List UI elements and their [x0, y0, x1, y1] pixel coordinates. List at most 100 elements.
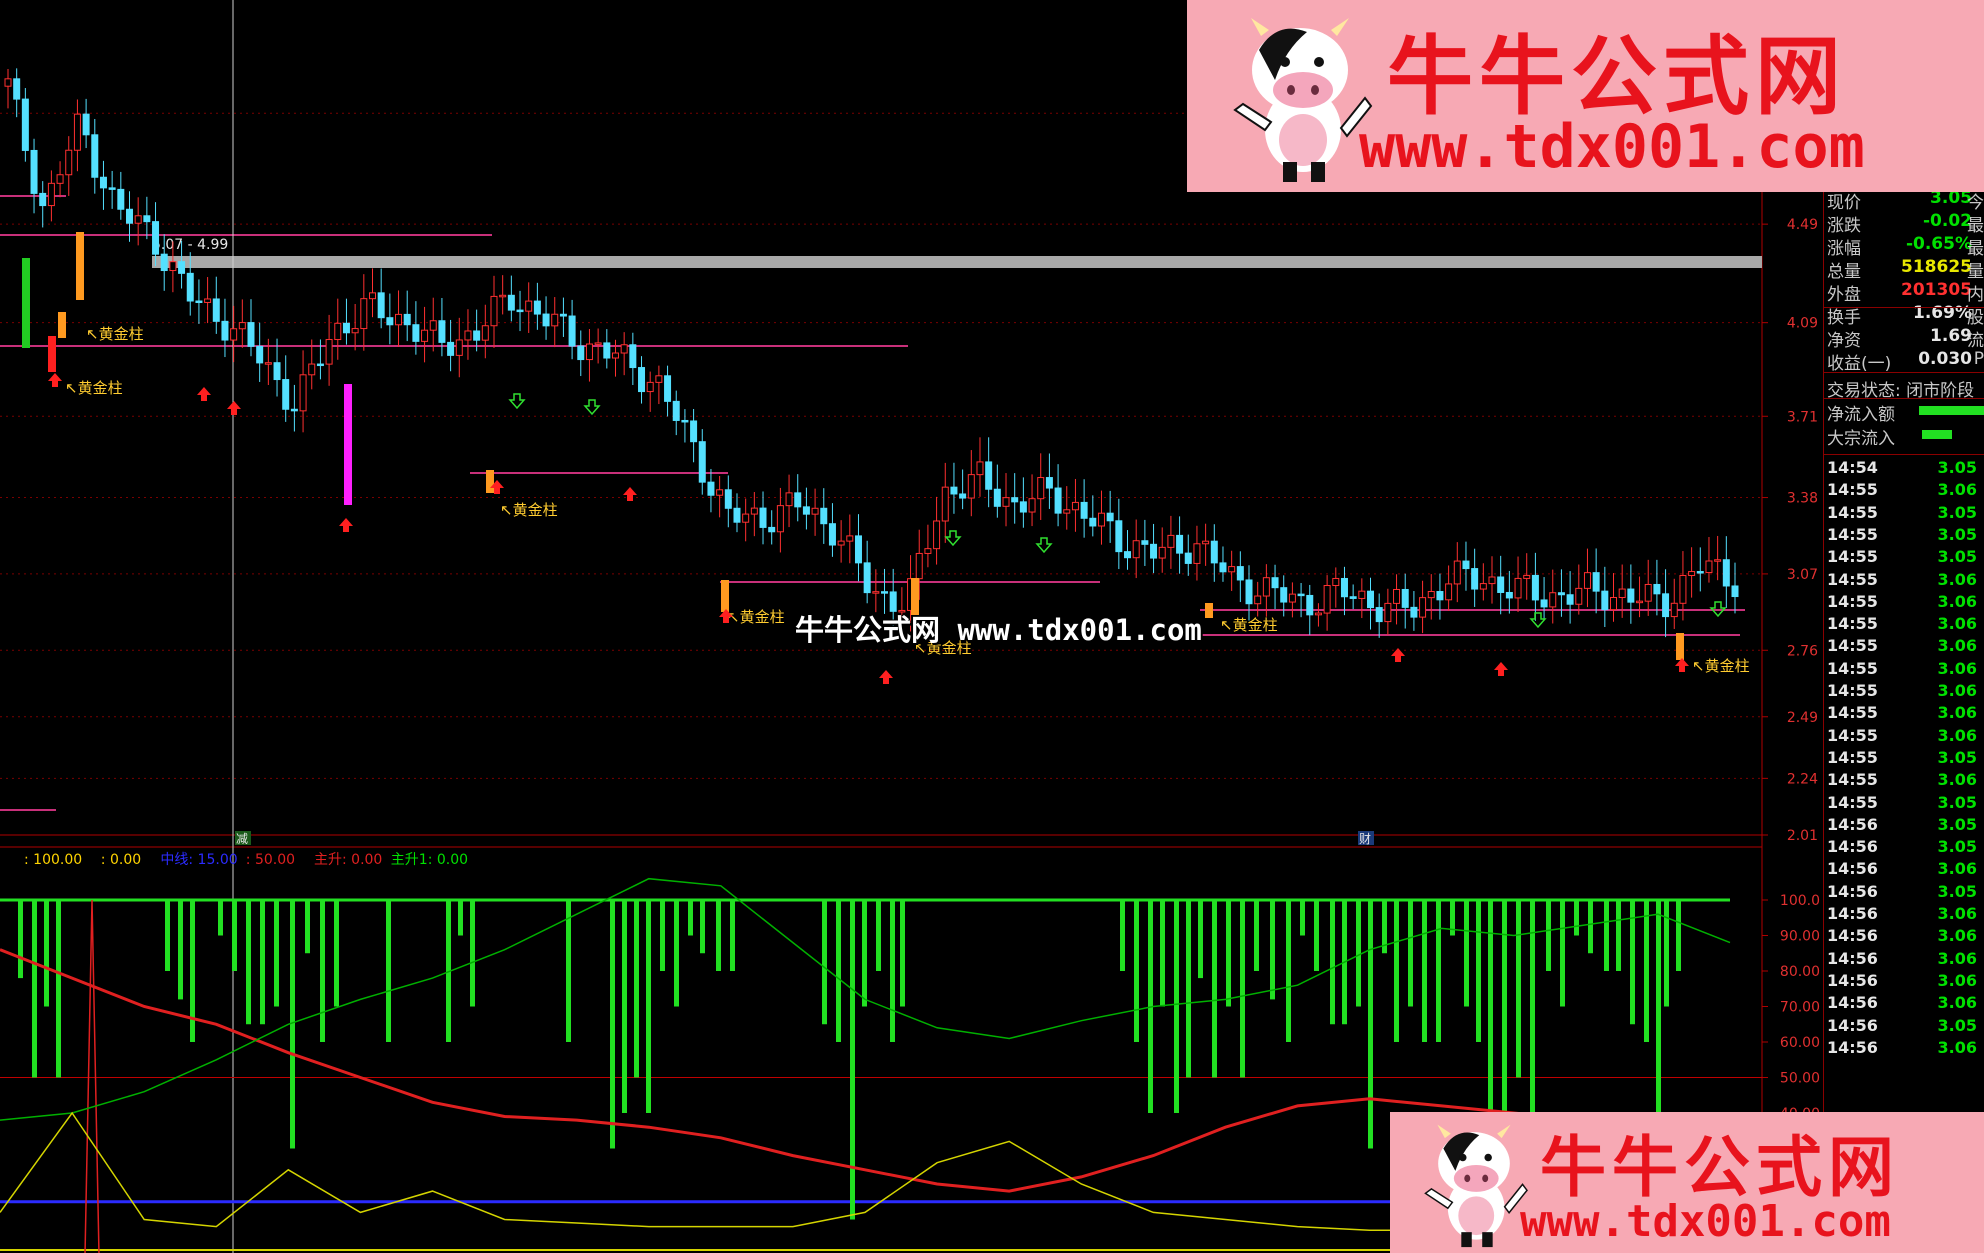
gold-bar-label: ↖黄金柱: [727, 608, 785, 626]
tick-time: 14:56: [1827, 970, 1878, 990]
candle-body: [368, 292, 376, 300]
tick-time: 14:55: [1827, 636, 1878, 656]
candle-body: [577, 345, 585, 361]
indicator-axis-label: 100.0: [1780, 893, 1820, 909]
candle-body: [1297, 593, 1305, 597]
candle-body: [1228, 566, 1236, 573]
histogram-bar: [334, 900, 339, 1007]
tick-row: 14:56 3.05: [1827, 1016, 1977, 1038]
candle-body: [4, 78, 12, 87]
candle-body: [204, 298, 212, 303]
candle-body: [1002, 497, 1010, 507]
tick-price: 3.06: [1937, 859, 1977, 879]
candle-body: [1610, 596, 1618, 611]
histogram-bar: [862, 900, 867, 1007]
tick-time: 14:55: [1827, 725, 1878, 745]
candle-body: [1566, 594, 1574, 605]
histogram-bar: [1356, 900, 1361, 1007]
indicator-axis-label: 80.00: [1780, 964, 1820, 980]
candle-body: [1453, 560, 1461, 585]
candle-body: [1332, 577, 1340, 587]
histogram-bar: [1464, 900, 1469, 1007]
quote-value: 518625: [1901, 257, 1972, 277]
tick-price: 3.06: [1937, 480, 1977, 500]
candle-body: [959, 493, 967, 499]
tick-time: 14:55: [1827, 547, 1878, 567]
tick-row: 14:55 3.05: [1827, 503, 1977, 525]
candle-body: [1514, 577, 1522, 599]
candle-body: [620, 344, 628, 354]
tick-row: 14:55 3.06: [1827, 681, 1977, 703]
flow-bar: [1922, 430, 1952, 439]
candle-body: [351, 328, 359, 334]
candle-body: [559, 313, 567, 317]
histogram-bar: [1422, 900, 1427, 1042]
candle-body: [690, 420, 698, 443]
candle-body: [1028, 498, 1036, 513]
flow-label: 净流入额: [1827, 405, 1895, 425]
candle-body: [421, 329, 429, 342]
indicator-legend-item: 中线: 15.00: [160, 852, 237, 868]
candle-body: [1367, 590, 1375, 609]
candle-body: [1358, 590, 1366, 599]
tick-time: 14:55: [1827, 792, 1878, 812]
histogram-bar: [1160, 900, 1165, 1007]
candle-body: [308, 363, 316, 376]
histogram-bar: [1330, 900, 1335, 1025]
candle-body: [603, 342, 611, 359]
sell-arrow-icon: [944, 530, 962, 547]
tick-price: 3.05: [1937, 524, 1977, 544]
histogram-bar: [1300, 900, 1305, 936]
candle-body: [1097, 512, 1105, 527]
tick-price: 3.06: [1937, 658, 1977, 678]
histogram-bar: [1270, 900, 1275, 1000]
tick-row: 14:56 3.06: [1827, 1038, 1977, 1060]
quote-value: 201305: [1901, 280, 1972, 300]
candle-body: [1071, 501, 1079, 511]
tick-price: 3.06: [1937, 569, 1977, 589]
histogram-bar: [730, 900, 735, 971]
cow-mascot-icon: [1424, 1124, 1528, 1248]
candle-body: [863, 562, 871, 594]
candle-body: [768, 526, 776, 533]
candle-body: [750, 507, 758, 515]
candle-body: [759, 507, 767, 528]
candle-body: [846, 535, 854, 542]
watermark-banner-top: 牛牛公式网 www.tdx001.com: [1187, 0, 1984, 192]
candle-body: [1462, 560, 1470, 570]
tick-time: 14:55: [1827, 524, 1878, 544]
tick-row: 14:55 3.06: [1827, 770, 1977, 792]
candle-body: [672, 400, 680, 421]
candle-body: [664, 375, 672, 402]
candle-body: [82, 113, 90, 136]
candle-body: [1679, 574, 1687, 604]
candle-body: [1445, 583, 1453, 601]
histogram-bar: [1546, 900, 1551, 971]
candle-body: [1132, 540, 1140, 559]
candle-body: [993, 488, 1001, 507]
flow-bar: [1919, 406, 1984, 415]
candle-body: [551, 313, 559, 327]
histogram-bar: [1314, 900, 1319, 971]
histogram-bar: [290, 900, 295, 1149]
histogram-bar: [1676, 900, 1681, 971]
price-axis-label: 3.38: [1787, 491, 1818, 507]
tick-row: 14:55 3.05: [1827, 525, 1977, 547]
tick-time: 14:55: [1827, 614, 1878, 634]
gray-resistance-band: [152, 256, 1762, 268]
histogram-bar: [688, 900, 693, 936]
candle-body: [1627, 588, 1635, 603]
quote-value: 0.030: [1918, 349, 1972, 369]
trade-status: 交易状态: 闭市阶段: [1827, 381, 1975, 401]
tick-row: 14:55 3.06: [1827, 703, 1977, 725]
histogram-bar: [836, 900, 841, 1042]
histogram-bar: [260, 900, 265, 1025]
candle-body: [516, 309, 524, 313]
candle-body: [1054, 487, 1062, 514]
histogram-bar: [1560, 900, 1565, 1007]
tick-row: 14:55 3.06: [1827, 726, 1977, 748]
candle-body: [1045, 477, 1053, 489]
quote-key: 涨幅: [1827, 239, 1861, 259]
candle-body: [1141, 540, 1149, 545]
buy-arrow-icon: [339, 518, 353, 532]
